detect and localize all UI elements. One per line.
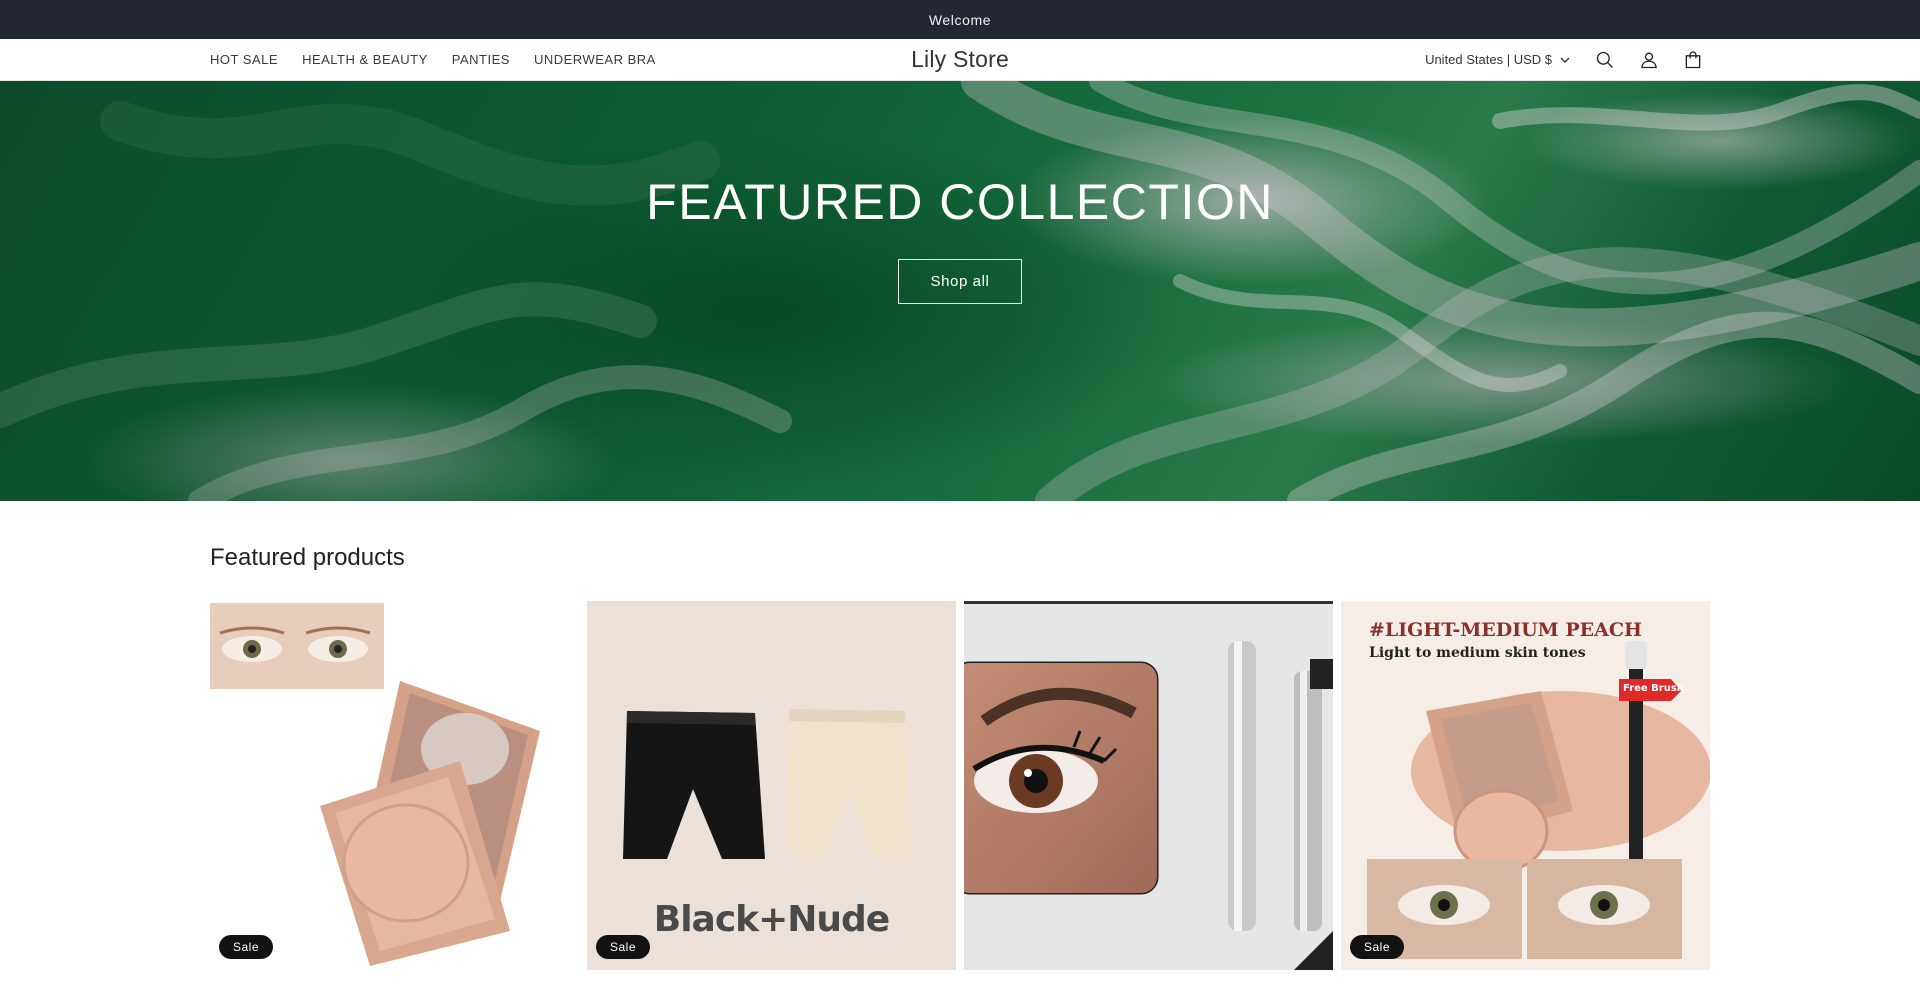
nav-item-panties[interactable]: PANTIES [452,52,510,67]
cart-icon[interactable] [1680,47,1706,73]
main-nav: HOT SALE HEALTH & BEAUTY PANTIES UNDERWE… [210,52,656,67]
product-image-caption: #LIGHT-MEDIUM PEACH [1369,619,1642,641]
announcement-text: Welcome [928,11,992,28]
product-image-caption: Black+Nude [653,899,890,940]
nav-item-health-beauty[interactable]: HEALTH & BEAUTY [302,52,428,67]
section-title: Featured products [210,544,405,571]
product-image-subcaption: Light to medium skin tones [1369,645,1586,661]
sale-badge: Sale [1350,935,1405,959]
nav-item-underwear-bra[interactable]: UNDERWEAR BRA [534,52,656,67]
nav-item-hot-sale[interactable]: HOT SALE [210,52,278,67]
site-header: HOT SALE HEALTH & BEAUTY PANTIES UNDERWE… [0,39,1920,81]
featured-products-section: Featured products Sale Black+Nude Sale #… [0,544,1920,970]
sale-badge: Sale [596,935,651,959]
product-grid: Sale Black+Nude Sale #LIGHT-MEDIUM PEACH… [210,601,1710,970]
header-actions: United States | USD $ [1425,47,1706,73]
product-card[interactable] [964,601,1333,970]
sale-badge: Sale [219,935,274,959]
product-image-mascara [964,601,1333,970]
product-card[interactable]: Black+Nude Sale [587,601,956,970]
announcement-bar: Welcome [0,0,1920,39]
search-icon[interactable] [1592,47,1618,73]
product-card[interactable]: #LIGHT-MEDIUM PEACH Light to medium skin… [1341,601,1710,970]
hero-title: FEATURED COLLECTION [646,174,1274,230]
locale-label: United States | USD $ [1425,52,1552,67]
chevron-down-icon [1560,52,1570,67]
store-logo[interactable]: Lily Store [911,46,1009,73]
hero-banner: FEATURED COLLECTION Shop all [0,81,1920,501]
shop-all-button[interactable]: Shop all [898,259,1022,304]
account-icon[interactable] [1636,47,1662,73]
locale-selector[interactable]: United States | USD $ [1425,52,1570,67]
hero-content: FEATURED COLLECTION Shop all [0,173,1920,304]
product-image-compact-concealer [210,601,579,970]
free-brush-tag: Free Brush [1623,683,1684,694]
product-card[interactable]: Sale [210,601,579,970]
